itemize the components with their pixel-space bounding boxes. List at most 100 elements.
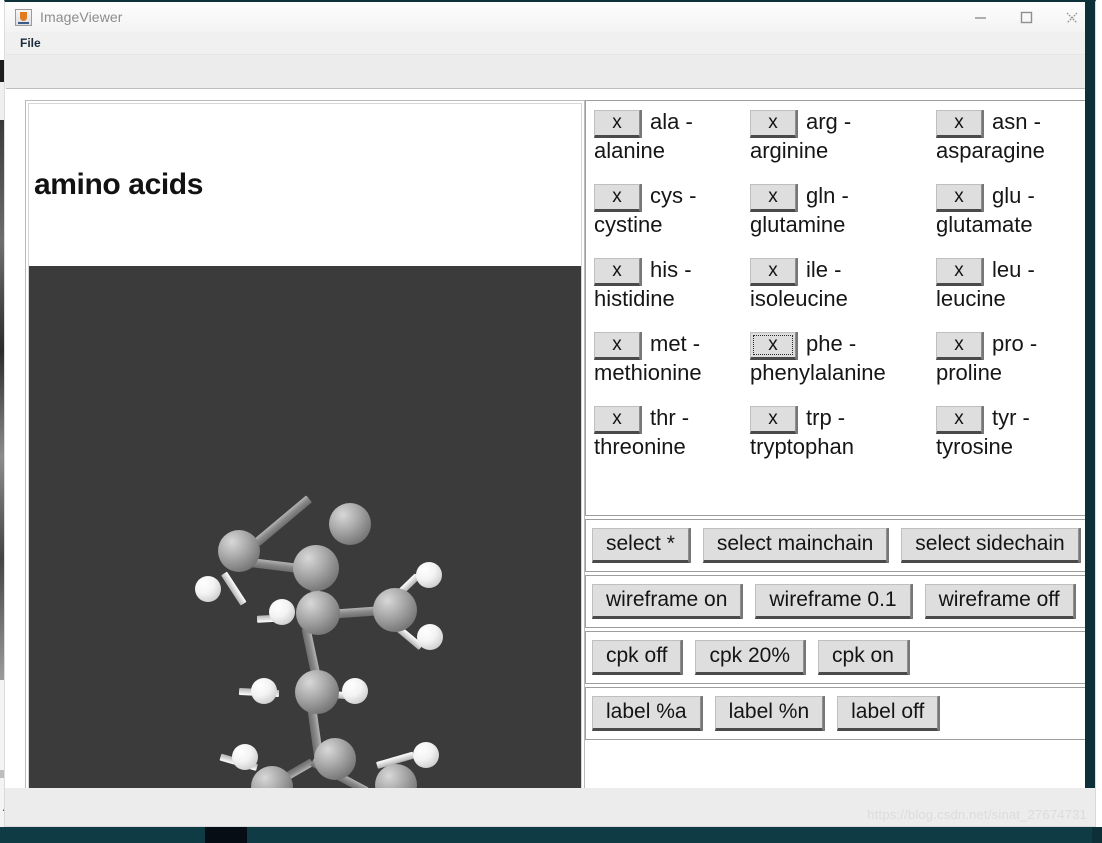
amino-acid-button-ala[interactable]: x (594, 110, 640, 138)
bond (221, 571, 247, 606)
taskbar[interactable] (0, 827, 1102, 843)
window-controls (957, 2, 1095, 33)
image-viewer-window: ImageViewer File amino acids x ala - ala… (4, 0, 1096, 829)
amino-acid-cell-phe: x phe - phenylalanine (750, 332, 936, 406)
amino-acid-line: x met - (594, 332, 746, 360)
command-button-wireframe-0-1[interactable]: wireframe 0.1 (755, 584, 911, 619)
command-button-label-off[interactable]: label off (837, 696, 939, 731)
atom-hydrogen (342, 678, 368, 704)
atom-hydrogen (417, 624, 443, 650)
atom-carbon (373, 588, 417, 632)
amino-acid-line: x trp - (750, 406, 932, 434)
amino-acid-line: x tyr - (936, 406, 1090, 434)
amino-acid-button-phe[interactable]: x (750, 332, 796, 360)
toolbar-strip (6, 54, 1094, 89)
amino-acid-code-pro: pro - (992, 331, 1038, 356)
atom-hydrogen (269, 599, 295, 625)
menubar: File (5, 33, 1095, 54)
atom-carbon (218, 530, 260, 572)
screen: ⋰ ImageViewer (0, 0, 1102, 843)
amino-acid-cell-pro: x pro - proline (936, 332, 1094, 406)
command-button-cpk-off[interactable]: cpk off (592, 640, 682, 675)
amino-acid-button-asn[interactable]: x (936, 110, 982, 138)
amino-acid-code-arg: arg - (806, 109, 852, 134)
taskbar-item[interactable] (205, 827, 247, 843)
content-area: amino acids x ala - alanine x arg - argi… (5, 89, 1095, 826)
command-button-select-mainchain[interactable]: select mainchain (702, 528, 888, 563)
atom-carbon (295, 670, 339, 714)
amino-acid-name-ile: isoleucine (750, 286, 848, 311)
amino-acid-button-thr[interactable]: x (594, 406, 640, 434)
amino-acid-button-gln[interactable]: x (750, 184, 796, 212)
titlebar: ImageViewer (5, 2, 1095, 33)
viewer-caption-text: amino acids (34, 168, 203, 201)
amino-acid-cell-tyr: x tyr - tyrosine (936, 406, 1094, 480)
amino-acid-name-cys: cystine (594, 212, 663, 237)
command-button-label-a[interactable]: label %a (592, 696, 701, 731)
amino-acid-code-asn: asn - (992, 109, 1041, 134)
amino-acid-name-gln: glutamine (750, 212, 846, 237)
amino-acid-code-gln: gln - (806, 183, 849, 208)
command-button-cpk-on[interactable]: cpk on (818, 640, 908, 675)
amino-acid-code-cys: cys - (650, 183, 697, 208)
amino-acid-button-glu[interactable]: x (936, 184, 982, 212)
amino-acid-code-leu: leu - (992, 257, 1035, 282)
menu-item-file[interactable]: File (13, 34, 48, 53)
amino-acid-button-cys[interactable]: x (594, 184, 640, 212)
amino-acid-line: x glu - (936, 184, 1090, 212)
amino-acid-code-glu: glu - (992, 183, 1035, 208)
amino-acid-code-ala: ala - (650, 109, 693, 134)
amino-acid-code-thr: thr - (650, 405, 690, 430)
amino-acid-cell-cys: x cys - cystine (594, 184, 750, 258)
command-button-label-n[interactable]: label %n (714, 696, 824, 731)
command-button-wireframe-off[interactable]: wireframe off (924, 584, 1074, 619)
amino-acid-button-arg[interactable]: x (750, 110, 796, 138)
amino-acid-cell-his: x his - histidine (594, 258, 750, 332)
amino-acid-line: x gln - (750, 184, 932, 212)
amino-acid-line: x ala - (594, 110, 746, 138)
taskbar-edge (1092, 827, 1102, 843)
amino-acid-name-arg: arginine (750, 138, 829, 163)
amino-acid-button-tyr[interactable]: x (936, 406, 982, 434)
amino-acid-button-trp[interactable]: x (750, 406, 796, 434)
viewer-inner: amino acids (28, 103, 582, 811)
window-title: ImageViewer (40, 9, 123, 25)
amino-acid-button-leu[interactable]: x (936, 258, 982, 286)
atom-carbon (314, 738, 356, 780)
amino-acid-button-pro[interactable]: x (936, 332, 982, 360)
amino-acid-cell-ala: x ala - alanine (594, 110, 750, 184)
amino-acid-cell-gln: x gln - glutamine (750, 184, 936, 258)
bond (254, 495, 312, 546)
amino-acid-line: x ile - (750, 258, 932, 286)
label-command-row: label %a label %n label off (585, 687, 1095, 740)
amino-acid-name-tyr: tyrosine (936, 434, 1014, 459)
amino-acid-code-tyr: tyr - (992, 405, 1030, 430)
atom-hydrogen (232, 744, 258, 770)
amino-acid-line: x his - (594, 258, 746, 286)
amino-acid-code-trp: trp - (806, 405, 846, 430)
amino-acid-name-leu: leucine (936, 286, 1006, 311)
amino-acid-name-trp: tryptophan (750, 434, 854, 459)
amino-acid-cell-asn: x asn - asparagine (936, 110, 1094, 184)
amino-acid-button-his[interactable]: x (594, 258, 640, 286)
window-bottom-strip: https://blog.csdn.net/sinat_27674731 (4, 788, 1096, 827)
molecule-canvas[interactable] (29, 266, 581, 810)
amino-acid-code-phe: phe - (806, 331, 857, 356)
amino-acid-line: x thr - (594, 406, 746, 434)
command-button-wireframe-on[interactable]: wireframe on (592, 584, 742, 619)
amino-acid-cell-arg: x arg - arginine (750, 110, 936, 184)
command-button-cpk-20-[interactable]: cpk 20% (695, 640, 805, 675)
minimize-button[interactable] (957, 2, 1003, 33)
watermark: https://blog.csdn.net/sinat_27674731 (867, 807, 1087, 822)
amino-acid-button-ile[interactable]: x (750, 258, 796, 286)
maximize-button[interactable] (1003, 2, 1049, 33)
amino-acid-cell-glu: x glu - glutamate (936, 184, 1094, 258)
cpk-command-row: cpk off cpk 20% cpk on (585, 631, 1095, 684)
command-button-select-[interactable]: select * (592, 528, 689, 563)
controls-pane: x ala - alanine x arg - arginine x asn - asparag… (585, 100, 1095, 826)
command-button-select-sidechain[interactable]: select sidechain (901, 528, 1079, 563)
atom-hydrogen (251, 678, 277, 704)
amino-acid-name-ala: alanine (594, 138, 665, 163)
amino-acid-button-met[interactable]: x (594, 332, 640, 360)
amino-acid-name-phe: phenylalanine (750, 360, 886, 385)
